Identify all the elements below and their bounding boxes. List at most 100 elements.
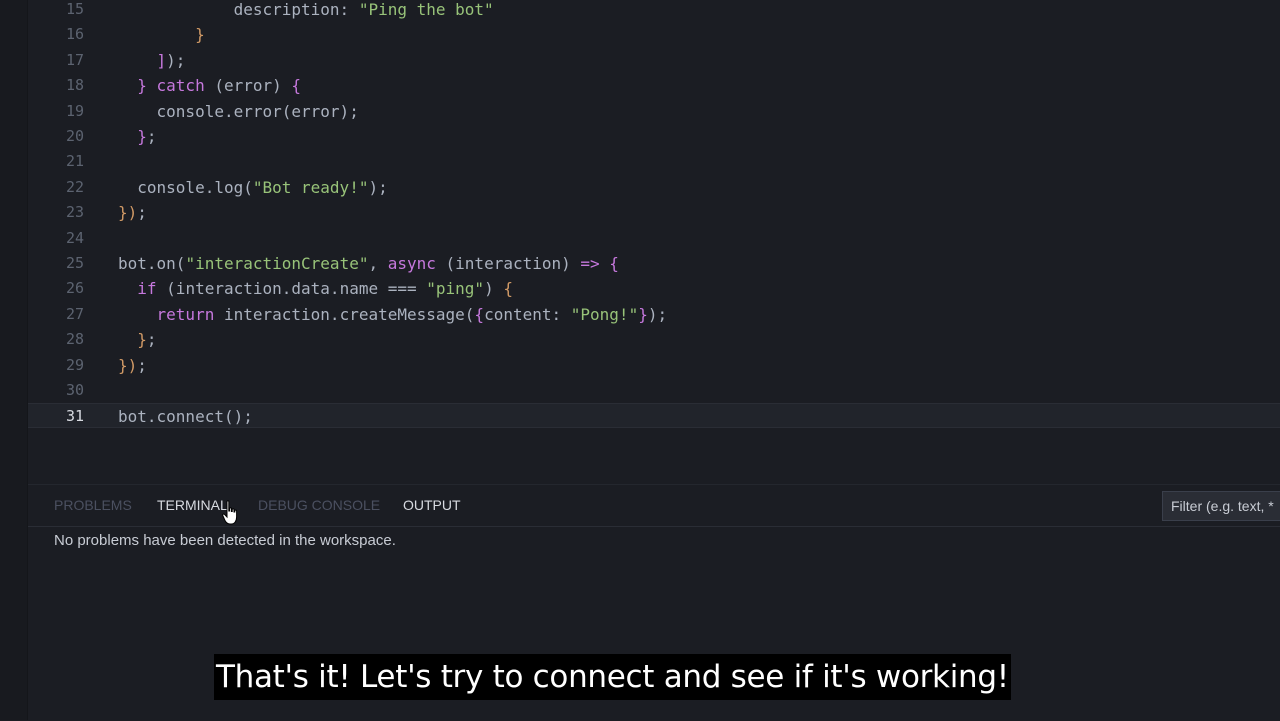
line-number: 27 <box>65 304 84 323</box>
line-number: 31 <box>65 407 84 426</box>
code-text: description: "Ping the bot" <box>118 0 494 22</box>
code-text: console.error(error); <box>118 99 359 124</box>
code-token: "ping" <box>426 279 485 299</box>
line-number: 30 <box>65 381 84 399</box>
line-number: 19 <box>65 101 84 120</box>
code-text: }); <box>118 353 147 378</box>
line-number: 18 <box>65 76 84 95</box>
code-token: { <box>503 279 513 299</box>
code-token: ); <box>647 304 668 324</box>
line-number: 24 <box>65 228 84 247</box>
code-line[interactable]: 15 description: "Ping the bot" <box>28 0 1280 22</box>
code-token: } <box>638 304 648 324</box>
code-line[interactable]: 21 <box>28 149 1280 174</box>
code-token: } <box>137 330 147 350</box>
code-token: if <box>137 279 167 299</box>
code-token: }) <box>118 203 138 223</box>
code-line[interactable]: 23}); <box>28 200 1280 225</box>
line-number: 23 <box>65 203 84 222</box>
code-text: } catch (error) { <box>118 73 301 98</box>
code-token: ); <box>368 177 388 197</box>
code-token: { <box>291 76 302 96</box>
code-token: { <box>474 304 485 324</box>
code-line[interactable]: 28 }; <box>28 327 1280 352</box>
tab-problems[interactable]: PROBLEMS <box>54 495 132 525</box>
filter-input[interactable]: Filter (e.g. text, * <box>1162 491 1280 521</box>
line-number: 26 <box>65 279 84 298</box>
code-token: console.log( <box>137 177 253 197</box>
code-line[interactable]: 20 }; <box>28 124 1280 149</box>
code-token: ] <box>156 50 167 70</box>
line-number: 29 <box>65 355 84 374</box>
code-text: bot.on("interactionCreate", async (inter… <box>118 251 619 276</box>
tab-terminal[interactable]: TERMINAL <box>157 495 228 525</box>
code-token: async <box>387 254 446 273</box>
line-number: 21 <box>65 152 84 171</box>
tab-output[interactable]: OUTPUT <box>403 495 461 525</box>
code-line[interactable]: 17 ]); <box>28 48 1280 73</box>
code-token: "interactionCreate" <box>185 254 369 273</box>
code-line[interactable]: 16 } <box>28 22 1280 47</box>
activity-bar <box>0 0 28 720</box>
code-text: }; <box>118 124 157 149</box>
code-token: ; <box>137 355 147 375</box>
code-line[interactable]: 24 <box>28 226 1280 251</box>
line-number: 15 <box>65 0 84 18</box>
code-token: => { <box>580 254 619 273</box>
code-line[interactable]: 18 } catch (error) { <box>28 73 1280 98</box>
code-token: bot.on( <box>118 254 186 273</box>
code-token: (interaction.data.name === <box>166 279 427 299</box>
code-token: interaction.createMessage( <box>223 304 475 324</box>
code-token: } <box>137 127 147 146</box>
tab-debug-console[interactable]: DEBUG CONSOLE <box>258 495 380 525</box>
line-number: 25 <box>65 254 84 272</box>
code-token: ; <box>137 203 147 223</box>
code-line[interactable]: 22 console.log("Bot ready!"); <box>28 175 1280 200</box>
pointer-hand-icon <box>222 500 238 525</box>
code-line[interactable]: 27 return interaction.createMessage({con… <box>28 302 1280 327</box>
code-line[interactable]: 26 if (interaction.data.name === "ping")… <box>28 276 1280 301</box>
line-number: 20 <box>65 127 84 145</box>
code-token: ) <box>484 279 504 299</box>
code-text: console.log("Bot ready!"); <box>118 175 388 200</box>
code-line[interactable]: 29}); <box>28 353 1280 378</box>
line-number: 28 <box>65 330 84 349</box>
code-token: return <box>156 304 224 324</box>
code-token: }) <box>118 355 138 375</box>
code-token: content: <box>484 304 571 324</box>
code-token: bot.connect(); <box>118 407 253 427</box>
video-subtitle: That's it! Let's try to connect and see … <box>214 654 1011 700</box>
code-token: ; <box>146 127 157 146</box>
code-line[interactable]: 19 console.error(error); <box>28 99 1280 124</box>
code-text: } <box>118 22 205 47</box>
code-text: return interaction.createMessage({conten… <box>118 302 668 327</box>
code-line[interactable]: 25 bot.on("interactionCreate", async (int… <box>28 251 1280 276</box>
panel-divider <box>28 526 1280 527</box>
code-token: } <box>195 25 205 45</box>
code-token: "Pong!" <box>570 304 639 324</box>
line-number: 22 <box>65 177 84 196</box>
code-token: "Ping the bot" <box>358 0 494 19</box>
code-token: (interaction) <box>445 254 581 273</box>
code-token: description: <box>233 0 359 19</box>
line-number: 17 <box>65 50 84 69</box>
code-line[interactable]: 30 <box>28 378 1280 403</box>
code-text: if (interaction.data.name === "ping") { <box>118 276 513 301</box>
line-number: 16 <box>65 25 84 44</box>
code-text: }); <box>118 200 147 225</box>
code-line[interactable]: 31 bot.connect(); <box>28 403 1280 429</box>
code-text: }; <box>118 327 156 352</box>
code-text: ]); <box>118 48 186 73</box>
code-text: bot.connect(); <box>118 404 253 429</box>
code-editor[interactable]: 15 description: "Ping the bot" 16 } 17 ]);… <box>28 0 1280 484</box>
code-token: } <box>137 76 157 96</box>
